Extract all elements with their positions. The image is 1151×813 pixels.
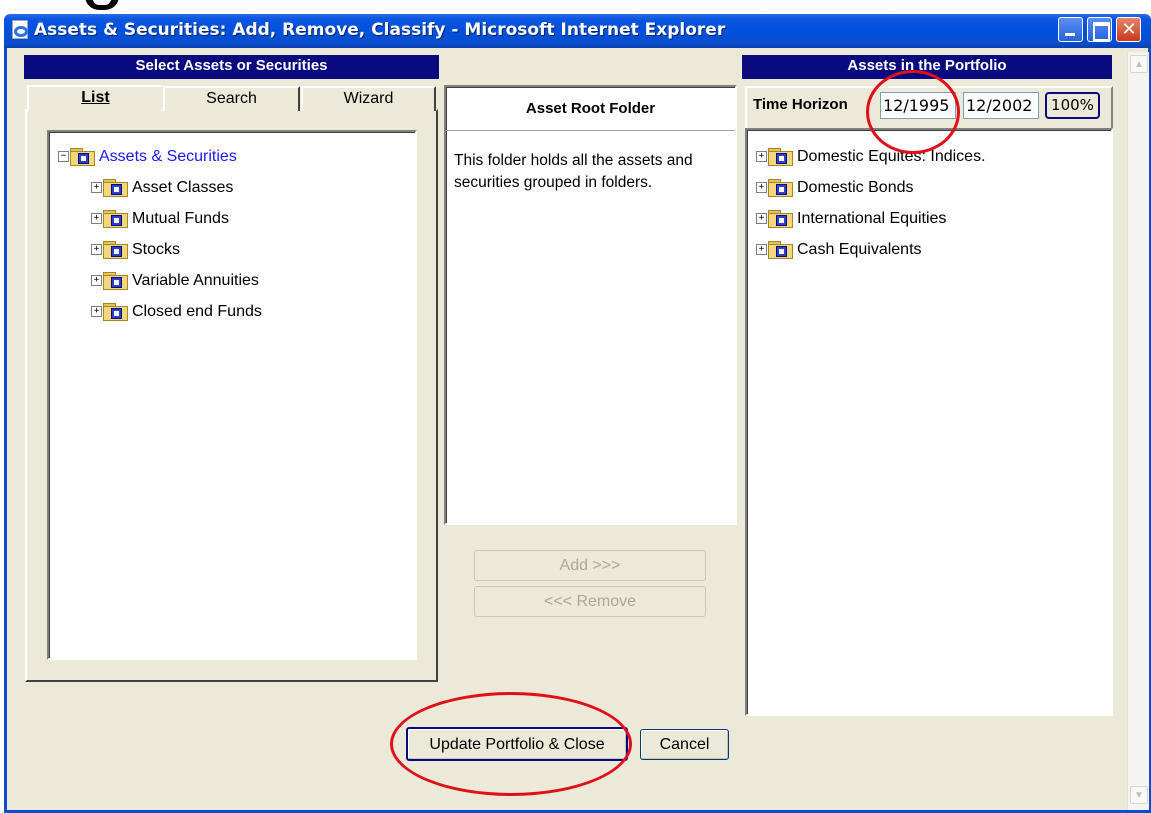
details-description: This folder holds all the assets and sec… [454,152,693,191]
percent-button[interactable]: 100% [1045,92,1100,119]
tree-node-label[interactable]: Assets & Securities [99,148,237,166]
minimize-icon [1065,33,1075,36]
tree-node-label[interactable]: Domestic Equites: Indices. [797,148,986,166]
tree-node[interactable]: + Cash Equivalents [756,234,1106,265]
annotation-ellipse-start-date [866,70,960,154]
tree-node[interactable]: + Stocks [91,234,398,265]
window-title: Assets & Securities: Add, Remove, Classi… [34,20,726,40]
tree-node-label[interactable]: Stocks [132,241,180,259]
folder-icon [103,303,128,321]
tree-node[interactable]: + Asset Classes [91,172,398,203]
folder-icon [768,148,793,166]
tree-node-label[interactable]: Asset Classes [132,179,233,197]
plus-icon[interactable]: + [91,182,102,193]
plus-icon[interactable]: + [756,213,767,224]
tree-node[interactable]: + Closed end Funds [91,296,398,327]
tab-search[interactable]: Search [163,86,300,111]
folder-icon [768,179,793,197]
tab-wizard-label: Wizard [343,90,394,107]
time-horizon-label: Time Horizon [753,96,848,113]
plus-icon[interactable]: + [91,275,102,286]
portfolio-tree: + Domestic Equites: Indices. + Domestic … [756,141,1106,265]
maximize-button[interactable] [1087,17,1112,42]
tree-node-label[interactable]: Closed end Funds [132,303,262,321]
ie-page-icon [10,19,30,39]
plus-icon[interactable]: + [91,306,102,317]
left-panel-header: Select Assets or Securities [24,55,439,79]
cancel-button[interactable]: Cancel [640,729,729,760]
folder-icon [103,179,128,197]
close-icon: ✕ [1121,19,1137,40]
folder-icon [103,241,128,259]
add-button[interactable]: Add >>> [474,550,706,581]
tab-list[interactable]: List [27,85,162,112]
scroll-down-icon[interactable]: ▼ [1130,786,1148,804]
tree-node-label[interactable]: Mutual Funds [132,210,229,228]
tree-node-label[interactable]: International Equities [797,210,946,228]
plus-icon[interactable]: + [91,213,102,224]
folder-icon [768,241,793,259]
tree-node-root[interactable]: − Assets & Securities [58,141,398,172]
plus-icon[interactable]: + [91,244,102,255]
tab-search-label: Search [206,90,257,107]
tree-node[interactable]: + Mutual Funds [91,203,398,234]
plus-icon[interactable]: + [756,182,767,193]
folder-icon [768,210,793,228]
tree-node[interactable]: + Variable Annuities [91,265,398,296]
end-date-input[interactable] [963,92,1039,119]
plus-icon[interactable]: + [756,151,767,162]
tree-node-label[interactable]: Cash Equivalents [797,241,922,259]
plus-icon[interactable]: + [756,244,767,255]
maximize-icon [1093,22,1110,41]
minimize-button[interactable] [1058,17,1083,42]
vertical-scrollbar[interactable]: ▲ ▼ [1127,52,1149,810]
folder-icon [103,272,128,290]
tab-wizard[interactable]: Wizard [301,86,436,111]
tree-node-label[interactable]: Domestic Bonds [797,179,914,197]
tab-list-label: List [81,89,110,106]
folder-icon [70,148,95,166]
scroll-up-icon[interactable]: ▲ [1130,55,1148,73]
folder-icon [103,210,128,228]
minus-icon[interactable]: − [58,151,69,162]
remove-button[interactable]: <<< Remove [474,586,706,617]
tree-node[interactable]: + Domestic Bonds [756,172,1106,203]
annotation-ellipse-update-button [390,692,632,796]
tree-node-label[interactable]: Variable Annuities [132,272,259,290]
details-title: Asset Root Folder [446,87,735,131]
close-button[interactable]: ✕ [1116,17,1141,42]
asset-tree: − Assets & Securities + Asset Classes + … [58,141,398,327]
tree-node[interactable]: + International Equities [756,203,1106,234]
cropped-heading [0,0,1151,14]
